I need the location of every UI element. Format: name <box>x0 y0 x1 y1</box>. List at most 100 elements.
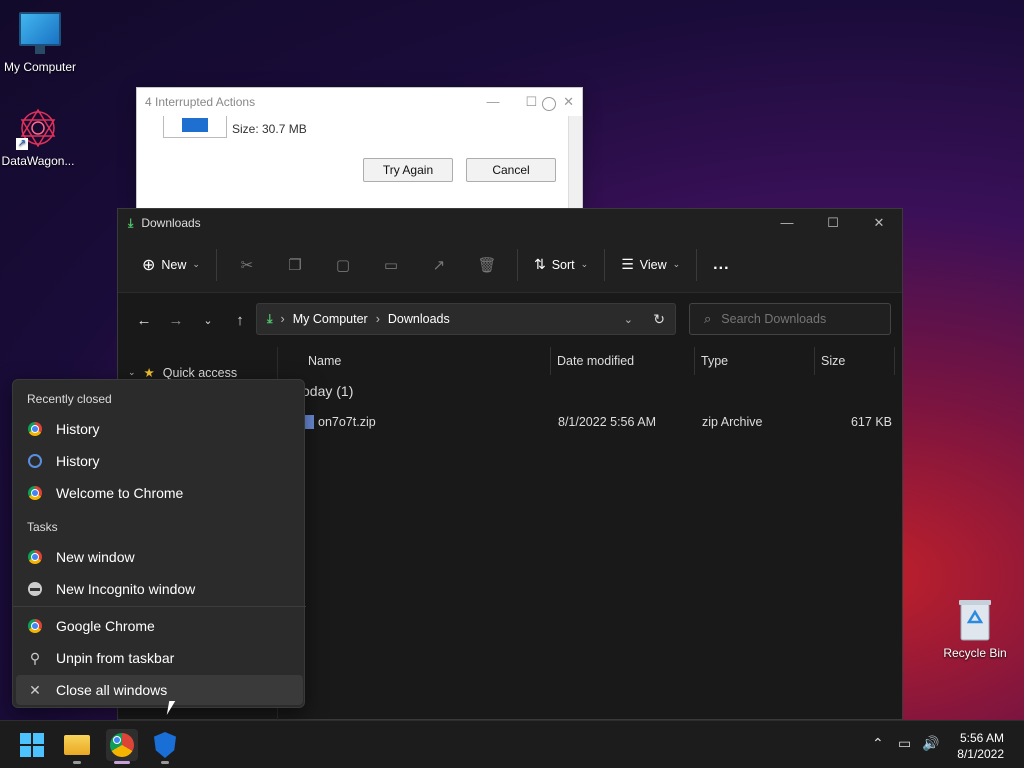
desktop-icon-datawagon[interactable]: ↗ DataWagon... <box>0 106 78 168</box>
recently-closed-header: Recently closed <box>27 392 112 406</box>
cut-icon[interactable]: ✂ <box>223 256 271 274</box>
column-type[interactable]: Type <box>695 347 815 375</box>
jump-item-google-chrome[interactable]: Google Chrome <box>16 611 303 641</box>
nav-item-quick-access[interactable]: ⌄ ★ Quick access <box>128 365 238 381</box>
jump-item-welcome[interactable]: Welcome to Chrome <box>16 478 303 508</box>
plus-circle-icon: ⊕ <box>142 256 156 274</box>
file-size: 617 KB <box>850 415 892 429</box>
history-icon <box>28 454 42 468</box>
sort-button[interactable]: ⇅ Sort ⌄ <box>524 249 598 281</box>
more-options-button[interactable]: ... <box>703 249 739 281</box>
shield-icon <box>154 732 176 758</box>
minimize-button[interactable]: — <box>486 94 499 110</box>
maximize-button[interactable]: ☐ <box>525 94 537 110</box>
search-icon: ⌕ <box>704 311 712 326</box>
star-icon: ★ <box>143 366 155 380</box>
incognito-icon <box>28 582 42 596</box>
cancel-button[interactable]: Cancel <box>466 158 556 182</box>
paste-icon[interactable]: ▢ <box>319 256 367 274</box>
breadcrumb-downloads[interactable]: Downloads <box>388 312 450 326</box>
search-box[interactable]: ⌕ <box>689 303 891 335</box>
address-bar[interactable]: ⤓ › My Computer › Downloads ⌄ ↻ <box>256 303 676 335</box>
delete-icon[interactable]: 🗑 <box>463 256 511 274</box>
breadcrumb-my-computer[interactable]: My Computer <box>293 312 368 326</box>
file-row[interactable]: on7o7t.zip 8/1/2022 5:56 AM zip Archive … <box>304 413 894 431</box>
file-size-text: Size: 30.7 MB <box>232 122 307 136</box>
unpin-icon: ⚲ <box>29 649 41 666</box>
volume-icon[interactable]: 🔊 <box>922 735 939 752</box>
clock-date: 8/1/2022 <box>957 747 1004 761</box>
tasks-header: Tasks <box>27 520 58 534</box>
taskbar-chrome[interactable] <box>106 729 138 761</box>
jump-item-label: Google Chrome <box>56 618 155 634</box>
chrome-icon <box>28 422 42 436</box>
copy-icon[interactable]: ❐ <box>271 256 319 274</box>
file-type: zip Archive <box>702 415 763 429</box>
jump-item-label: Close all windows <box>56 682 168 698</box>
jump-item-unpin[interactable]: ⚲ Unpin from taskbar <box>16 643 303 673</box>
column-size[interactable]: Size <box>815 347 895 375</box>
jump-item-new-incognito[interactable]: New Incognito window <box>16 574 303 604</box>
maximize-button[interactable]: ☐ <box>810 209 856 237</box>
new-label: New <box>161 257 187 272</box>
close-button[interactable]: ✕ <box>856 209 902 237</box>
jump-item-history-2[interactable]: History <box>16 446 303 476</box>
share-icon[interactable]: ↗ <box>415 256 463 274</box>
file-date: 8/1/2022 5:56 AM <box>558 415 656 429</box>
rename-icon[interactable]: ▭ <box>367 256 415 274</box>
back-arrow-icon[interactable]: ← <box>128 312 160 329</box>
view-list-icon: ☰ <box>621 256 634 272</box>
show-hidden-icons-chevron-icon[interactable]: ⌃ <box>872 735 884 752</box>
chrome-jump-list: Recently closed History History Welcome … <box>12 379 306 708</box>
recycle-bin-icon <box>957 598 993 642</box>
jump-item-label: Unpin from taskbar <box>56 650 175 666</box>
jump-item-label: History <box>56 453 100 469</box>
desktop-icon-label: DataWagon... <box>1 154 75 168</box>
quick-access-label: Quick access <box>162 365 238 380</box>
column-name[interactable]: Name <box>278 347 551 375</box>
desktop-icon-my-computer[interactable]: My Computer <box>0 12 80 74</box>
dialog-scrollbar[interactable] <box>568 116 582 208</box>
minimize-button[interactable]: — <box>764 209 810 237</box>
recent-locations-chevron-icon[interactable]: ⌄ <box>192 314 224 327</box>
forward-arrow-icon[interactable]: → <box>160 312 192 329</box>
taskbar-file-explorer[interactable] <box>63 731 91 759</box>
close-button[interactable]: ✕ <box>563 94 574 110</box>
column-date-modified[interactable]: Date modified <box>551 347 695 375</box>
taskbar-security[interactable] <box>151 731 179 759</box>
refresh-icon[interactable]: ↻ <box>653 311 665 328</box>
column-headers: Name Date modified Type Size <box>278 347 904 375</box>
windows-logo-icon <box>20 733 44 757</box>
shortcut-arrow-icon: ↗ <box>16 138 28 150</box>
jump-item-history[interactable]: History <box>16 414 303 444</box>
try-again-button[interactable]: Try Again <box>363 158 453 182</box>
jump-item-close-all[interactable]: ✕ Close all windows <box>16 675 303 705</box>
jump-item-new-window[interactable]: New window <box>16 542 303 572</box>
file-name: on7o7t.zip <box>318 415 376 429</box>
datawagon-icon: ↗ <box>16 106 60 150</box>
command-bar: ⊕ New ⌄ ✂ ❐ ▢ ▭ ↗ 🗑 ⇅ Sort ⌄ ☰ View ⌄ ..… <box>118 237 902 293</box>
breadcrumb-separator-icon: › <box>375 312 380 326</box>
close-icon: ✕ <box>29 681 41 698</box>
jump-item-label: New window <box>56 549 135 565</box>
desktop-icon-label: Recycle Bin <box>943 646 1007 660</box>
sort-label: Sort <box>551 257 575 272</box>
clock[interactable]: 5:56 AM 8/1/2022 <box>957 730 1004 762</box>
up-arrow-icon[interactable]: ↑ <box>224 312 256 329</box>
start-button[interactable] <box>18 731 46 759</box>
ellipsis-icon: ... <box>713 255 730 273</box>
chrome-icon <box>110 733 134 757</box>
jump-item-label: History <box>56 421 100 437</box>
network-icon[interactable]: ▭ <box>898 735 911 752</box>
address-dropdown-icon[interactable]: ⌄ <box>624 313 633 326</box>
desktop-icon-recycle-bin[interactable]: Recycle Bin <box>935 598 1015 660</box>
clock-time: 5:56 AM <box>959 731 1004 745</box>
view-button[interactable]: ☰ View ⌄ <box>611 249 690 281</box>
group-header-today[interactable]: oday (1) <box>302 383 353 399</box>
desktop-icon-label: My Computer <box>3 60 77 74</box>
chrome-icon <box>28 619 42 633</box>
search-input[interactable] <box>721 312 872 326</box>
breadcrumb-separator-icon: › <box>280 312 285 326</box>
new-button[interactable]: ⊕ New ⌄ <box>132 249 210 281</box>
jump-item-label: Welcome to Chrome <box>56 485 184 501</box>
